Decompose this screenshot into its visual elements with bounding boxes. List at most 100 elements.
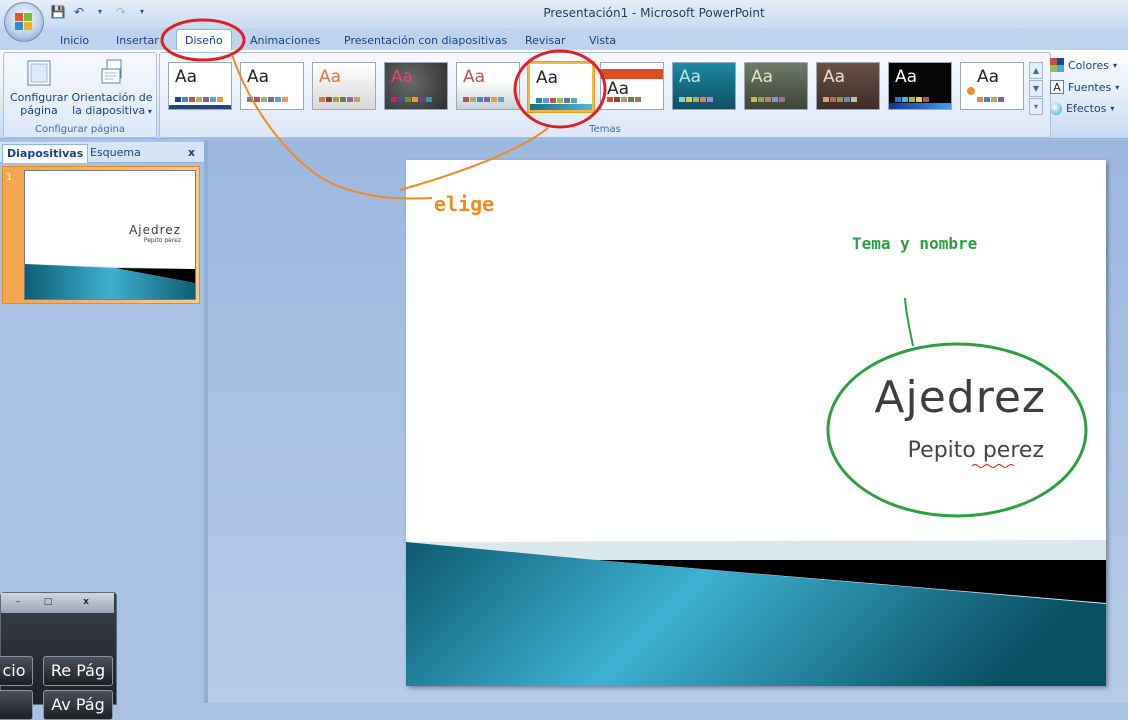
close-icon[interactable]: x <box>77 596 95 609</box>
chevron-down-icon: ▾ <box>145 107 152 116</box>
slide-title[interactable]: Ajedrez <box>874 372 1046 423</box>
theme-thumbnail[interactable]: Aa <box>600 62 664 110</box>
tab-presentacion[interactable]: Presentación con diapositivas <box>344 31 507 50</box>
theme-thumbnail[interactable]: Aa <box>456 62 520 110</box>
ribbon-tabs: Inicio Insertar Diseño Animaciones Prese… <box>0 28 1128 51</box>
subtitle-text: Pepito perez <box>907 438 1044 463</box>
theme-thumbnail[interactable]: Aa <box>168 62 232 110</box>
theme-thumbnail[interactable]: Aa <box>240 62 304 110</box>
configurar-label-1: Configurar <box>9 91 69 104</box>
configurar-pagina-button[interactable]: Configurar página <box>8 59 70 117</box>
tab-diapositivas[interactable]: Diapositivas <box>2 144 89 163</box>
theme-thumbnail[interactable]: Aa <box>960 62 1024 110</box>
theme-sample-text: Aa <box>247 67 270 87</box>
tab-animaciones[interactable]: Animaciones <box>250 31 320 50</box>
group-label-configurar: Configurar página <box>34 124 126 135</box>
tab-diseno[interactable]: Diseño <box>176 29 232 51</box>
fonts-icon: A <box>1050 80 1064 94</box>
theme-thumbnail[interactable]: Aa <box>888 62 952 110</box>
key-fin[interactable] <box>0 690 33 720</box>
theme-swatches <box>679 97 713 102</box>
theme-swatches <box>175 97 223 102</box>
office-button[interactable] <box>4 2 44 42</box>
theme-swatches <box>751 97 785 102</box>
theme-sample-text: Aa <box>319 67 342 87</box>
orientacion-button[interactable]: Orientación de la diapositiva ▾ <box>70 59 154 118</box>
theme-sample-text: Aa <box>607 79 630 99</box>
ribbon: Configurar página Orientación de la diap… <box>0 50 1128 139</box>
slide-thumbnail[interactable]: Ajedrez Pepito perez <box>24 170 196 300</box>
gallery-down-icon[interactable]: ▼ <box>1029 80 1043 97</box>
theme-sample-text: Aa <box>823 67 846 87</box>
theme-sample-text: Aa <box>175 67 198 87</box>
chevron-down-icon: ▾ <box>1112 60 1117 70</box>
theme-swatches <box>463 97 504 102</box>
tab-insertar[interactable]: Insertar <box>116 31 159 50</box>
theme-sample-text: Aa <box>895 67 918 87</box>
theme-thumbnail[interactable]: Aa <box>816 62 880 110</box>
theme-swatches <box>536 98 577 103</box>
gallery-scroll: ▲ ▼ ▾ <box>1029 62 1043 115</box>
colores-label: Colores <box>1068 58 1109 72</box>
theme-sample-text: Aa <box>977 67 1000 87</box>
orientacion-label-2: la diapositiva <box>72 104 146 117</box>
theme-thumbnail[interactable]: Aa <box>312 62 376 110</box>
office-logo-icon <box>15 13 33 31</box>
slide-number: 1 <box>6 172 13 183</box>
group-label-temas: Temas <box>589 124 621 135</box>
orientation-icon <box>99 59 125 87</box>
annotation-elige: elige <box>434 192 495 216</box>
tab-vista[interactable]: Vista <box>589 31 616 50</box>
theme-thumbnail[interactable]: Aa <box>672 62 736 110</box>
key-inicio[interactable]: cio <box>0 656 33 686</box>
keyboard-title-bar: – □ x <box>1 593 114 613</box>
slide-subtitle[interactable]: Pepito perez <box>908 438 1044 463</box>
close-pane-icon[interactable]: x <box>188 144 195 162</box>
window-title: Presentación1 - Microsoft PowerPoint <box>543 6 765 20</box>
pane-tabs: Diapositivas Esquema x <box>0 142 204 163</box>
theme-swatches <box>977 97 1004 102</box>
thumbnail-band-graphic <box>25 264 195 299</box>
theme-sample-text: Aa <box>536 68 559 88</box>
theme-thumbnail[interactable]: Aa <box>744 62 808 110</box>
configurar-label-2: página <box>20 104 58 117</box>
theme-swatches <box>247 97 288 102</box>
theme-swatches <box>823 97 857 102</box>
efectos-button[interactable]: Efectos ▾ <box>1050 102 1114 115</box>
tab-esquema[interactable]: Esquema <box>90 144 141 162</box>
tab-inicio[interactable]: Inicio <box>60 31 89 50</box>
maximize-icon[interactable]: □ <box>39 596 57 609</box>
annotation-tema-nombre: Tema y nombre <box>852 234 978 253</box>
theme-sample-text: Aa <box>751 67 774 87</box>
efectos-label: Efectos <box>1066 102 1107 115</box>
theme-thumbnail[interactable]: Aa <box>384 62 448 110</box>
theme-sample-text: Aa <box>463 67 486 87</box>
theme-sample-text: Aa <box>679 67 702 87</box>
theme-thumbnail-selected[interactable]: Aa <box>528 62 594 112</box>
page-setup-icon <box>26 59 52 87</box>
theme-swatches <box>607 97 641 102</box>
effects-icon <box>1050 102 1062 115</box>
orientacion-label-1: Orientación de <box>71 91 153 104</box>
thumbnail-title: Ajedrez <box>129 223 181 237</box>
theme-swatches <box>895 97 929 102</box>
key-av-pag[interactable]: Av Pág <box>43 690 113 720</box>
gallery-up-icon[interactable]: ▲ <box>1029 62 1043 79</box>
fuentes-button[interactable]: A Fuentes ▾ <box>1050 80 1119 94</box>
minimize-icon[interactable]: – <box>9 596 27 609</box>
title-bar: 💾 ↶ ▾ ↷ ▾ Presentación1 - Microsoft Powe… <box>0 0 1128 28</box>
slide-canvas[interactable]: Ajedrez Pepito perez <box>406 160 1106 686</box>
chevron-down-icon: ▾ <box>1115 82 1120 92</box>
colors-icon <box>1050 58 1064 72</box>
colores-button[interactable]: Colores ▾ <box>1050 58 1117 72</box>
key-re-pag[interactable]: Re Pág <box>43 656 113 686</box>
thumbnail-subtitle: Pepito perez <box>143 237 181 244</box>
theme-swatches <box>319 97 360 102</box>
gallery-more-icon[interactable]: ▾ <box>1029 98 1043 115</box>
on-screen-keyboard: – □ x cio Re Pág Av Pág <box>0 592 117 720</box>
tab-revisar[interactable]: Revisar <box>525 31 565 50</box>
group-configurar-pagina: Configurar página Orientación de la diap… <box>3 52 157 138</box>
theme-swatches <box>391 97 432 102</box>
slide-band-graphic <box>406 540 1106 686</box>
chevron-down-icon: ▾ <box>1110 104 1115 113</box>
